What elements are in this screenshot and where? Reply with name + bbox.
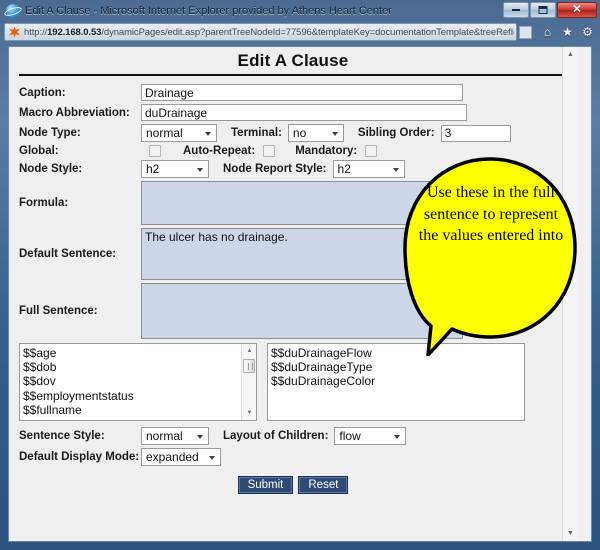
- default-display-mode-label: Default Display Mode:: [19, 451, 140, 463]
- default-display-mode-value: expanded: [146, 450, 199, 464]
- node-type-value: normal: [146, 126, 183, 140]
- global-macro-listbox[interactable]: $$age $$dob $$dov $$employmentstatus $$f…: [19, 343, 257, 421]
- node-style-label: Node Style:: [19, 163, 83, 175]
- layout-of-children-select[interactable]: flow: [334, 427, 407, 445]
- global-macro-list: $$age $$dob $$dov $$employmentstatus $$f…: [20, 344, 256, 417]
- formula-label: Formula:: [19, 197, 69, 209]
- terminal-value: no: [292, 126, 307, 140]
- terminal-label: Terminal:: [231, 127, 282, 139]
- auto-repeat-label: Auto-Repeat:: [183, 145, 256, 157]
- macro-abbreviation-input[interactable]: [141, 104, 467, 121]
- list-item[interactable]: $$age: [23, 346, 256, 360]
- formula-textarea[interactable]: [141, 181, 463, 225]
- favorites-icon[interactable]: ★: [559, 24, 576, 41]
- node-style-value: h2: [146, 162, 160, 176]
- sibling-order-label: Sibling Order:: [357, 127, 435, 139]
- bottom-options: Sentence Style: normal Layout of Childre…: [9, 421, 577, 494]
- sentence-style-value: normal: [146, 429, 183, 443]
- mandatory-checkbox[interactable]: [365, 145, 378, 157]
- list-item[interactable]: $$dov: [23, 374, 256, 388]
- title-divider: [19, 74, 567, 76]
- full-sentence-row: Full Sentence:: [19, 283, 567, 339]
- reset-button[interactable]: Reset: [298, 476, 349, 494]
- compatibility-view-icon[interactable]: [519, 25, 532, 39]
- global-label: Global:: [19, 145, 59, 157]
- full-sentence-textarea[interactable]: [141, 283, 463, 339]
- page-scrollbar[interactable]: ▲ ▼: [562, 47, 577, 541]
- list-item[interactable]: $$dob: [23, 360, 256, 374]
- default-sentence-textarea[interactable]: [141, 228, 463, 280]
- browser-window: Edit A Clause - Microsoft Internet Explo…: [0, 0, 600, 550]
- scrollbar-thumb[interactable]: [243, 359, 255, 373]
- page-scroll-down-icon[interactable]: ▼: [563, 526, 577, 541]
- list-item[interactable]: $$fullname: [23, 403, 256, 417]
- list-item[interactable]: $$duDrainageType: [271, 360, 524, 374]
- full-sentence-label: Full Sentence:: [19, 305, 98, 317]
- default-sentence-row: Default Sentence:: [19, 228, 567, 280]
- maximize-button[interactable]: [530, 2, 556, 18]
- title-bar: Edit A Clause - Microsoft Internet Explo…: [0, 0, 600, 22]
- default-display-mode-select[interactable]: expanded: [141, 448, 221, 466]
- node-type-select[interactable]: normal: [141, 124, 217, 142]
- node-report-style-value: h2: [337, 162, 351, 176]
- web-page: Edit A Clause Caption: Macro Abbreviatio…: [9, 47, 577, 541]
- tools-gear-icon[interactable]: ⚙: [579, 24, 596, 41]
- auto-repeat-checkbox[interactable]: [263, 145, 276, 157]
- node-type-row: Node Type: normal Terminal: no Sibling O…: [19, 124, 567, 142]
- node-report-style-select[interactable]: h2: [332, 160, 405, 178]
- page-title: Edit A Clause: [237, 51, 349, 70]
- caption-row: Caption:: [19, 84, 567, 101]
- scroll-down-icon[interactable]: ▼: [242, 406, 256, 420]
- clause-form: Caption: Macro Abbreviation: Node Type: …: [9, 84, 577, 339]
- node-macro-list: $$duDrainageFlow $$duDrainageType $$duDr…: [268, 344, 524, 389]
- internet-explorer-icon: [6, 4, 20, 18]
- list-item[interactable]: $$duDrainageColor: [271, 374, 524, 388]
- node-style-select[interactable]: h2: [141, 160, 209, 178]
- window-title: Edit A Clause - Microsoft Internet Explo…: [25, 5, 392, 17]
- sibling-order-input[interactable]: [440, 124, 511, 142]
- macro-lists: $$age $$dob $$dov $$employmentstatus $$f…: [9, 343, 577, 421]
- global-checkbox[interactable]: [149, 145, 161, 157]
- display-mode-row: Default Display Mode: expanded: [19, 448, 567, 466]
- scroll-up-icon[interactable]: ▲: [242, 344, 256, 358]
- address-bar: http://192.168.0.53/dynamicPages/edit.as…: [4, 22, 596, 42]
- page-viewport: Edit A Clause Caption: Macro Abbreviatio…: [8, 46, 592, 542]
- page-scroll-up-icon[interactable]: ▲: [563, 47, 577, 62]
- sentence-style-select[interactable]: normal: [141, 427, 209, 445]
- list-item[interactable]: $$employmentstatus: [23, 389, 256, 403]
- macro-abbreviation-label: Macro Abbreviation:: [19, 106, 130, 119]
- formula-row: Formula:: [19, 181, 567, 225]
- node-report-style-label: Node Report Style:: [223, 163, 327, 175]
- site-favicon-icon: [8, 26, 21, 39]
- sentence-style-label: Sentence Style:: [19, 430, 105, 442]
- close-button[interactable]: ✕: [557, 2, 597, 18]
- caption-input[interactable]: [141, 84, 463, 101]
- flags-row: Global: Auto-Repeat: Mandatory:: [19, 145, 567, 157]
- node-macro-listbox[interactable]: $$duDrainageFlow $$duDrainageType $$duDr…: [267, 343, 525, 421]
- minimize-button[interactable]: [503, 2, 529, 18]
- window-controls: ✕: [503, 2, 597, 18]
- default-sentence-label: Default Sentence:: [19, 248, 117, 260]
- url-input[interactable]: http://192.168.0.53/dynamicPages/edit.as…: [4, 23, 517, 41]
- form-buttons: Submit Reset: [19, 476, 567, 494]
- caption-label: Caption:: [19, 86, 66, 99]
- close-icon: ✕: [572, 3, 582, 16]
- home-icon[interactable]: ⌂: [539, 24, 556, 41]
- url-text: http://192.168.0.53/dynamicPages/edit.as…: [24, 26, 514, 38]
- layout-of-children-value: flow: [339, 429, 361, 443]
- layout-of-children-label: Layout of Children:: [223, 430, 329, 442]
- listbox-scrollbar[interactable]: ▲ ▼: [241, 344, 256, 420]
- node-style-row: Node Style: h2 Node Report Style: h2: [19, 160, 567, 178]
- macro-abbreviation-row: Macro Abbreviation:: [19, 104, 567, 121]
- sentence-style-row: Sentence Style: normal Layout of Childre…: [19, 427, 567, 445]
- submit-button[interactable]: Submit: [237, 476, 294, 494]
- node-type-label: Node Type:: [19, 127, 81, 139]
- terminal-select[interactable]: no: [287, 124, 344, 142]
- list-item[interactable]: $$duDrainageFlow: [271, 346, 524, 360]
- mandatory-label: Mandatory:: [295, 145, 358, 157]
